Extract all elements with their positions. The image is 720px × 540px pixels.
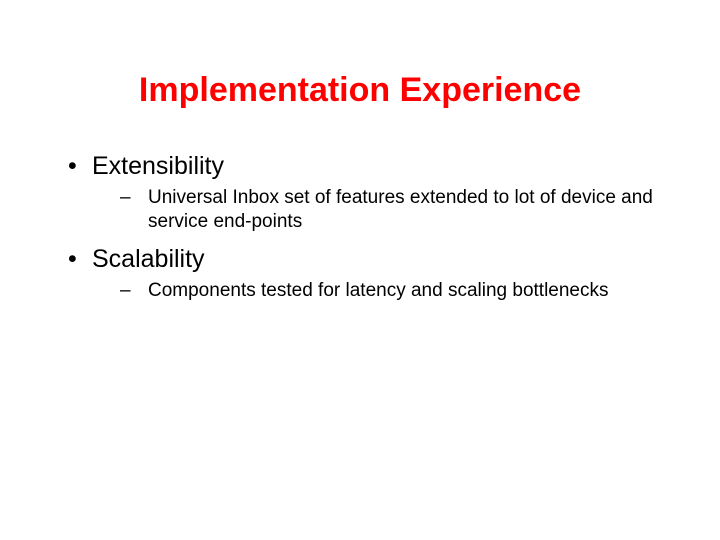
bullet-list: Extensibility Universal Inbox set of fea… xyxy=(60,151,660,303)
sub-bullet-item: Components tested for latency and scalin… xyxy=(92,279,660,303)
bullet-text: Scalability xyxy=(92,245,205,273)
sub-bullet-item: Universal Inbox set of features extended… xyxy=(92,186,660,234)
sub-bullet-text: Universal Inbox set of features extended… xyxy=(148,187,653,232)
sub-bullet-list: Universal Inbox set of features extended… xyxy=(92,186,660,234)
sub-bullet-list: Components tested for latency and scalin… xyxy=(92,279,660,303)
bullet-item: Extensibility Universal Inbox set of fea… xyxy=(60,151,660,234)
slide-title: Implementation Experience xyxy=(60,70,660,111)
sub-bullet-text: Components tested for latency and scalin… xyxy=(148,280,609,301)
bullet-text: Extensibility xyxy=(92,152,224,180)
bullet-item: Scalability Components tested for latenc… xyxy=(60,244,660,303)
slide: Implementation Experience Extensibility … xyxy=(0,0,720,540)
